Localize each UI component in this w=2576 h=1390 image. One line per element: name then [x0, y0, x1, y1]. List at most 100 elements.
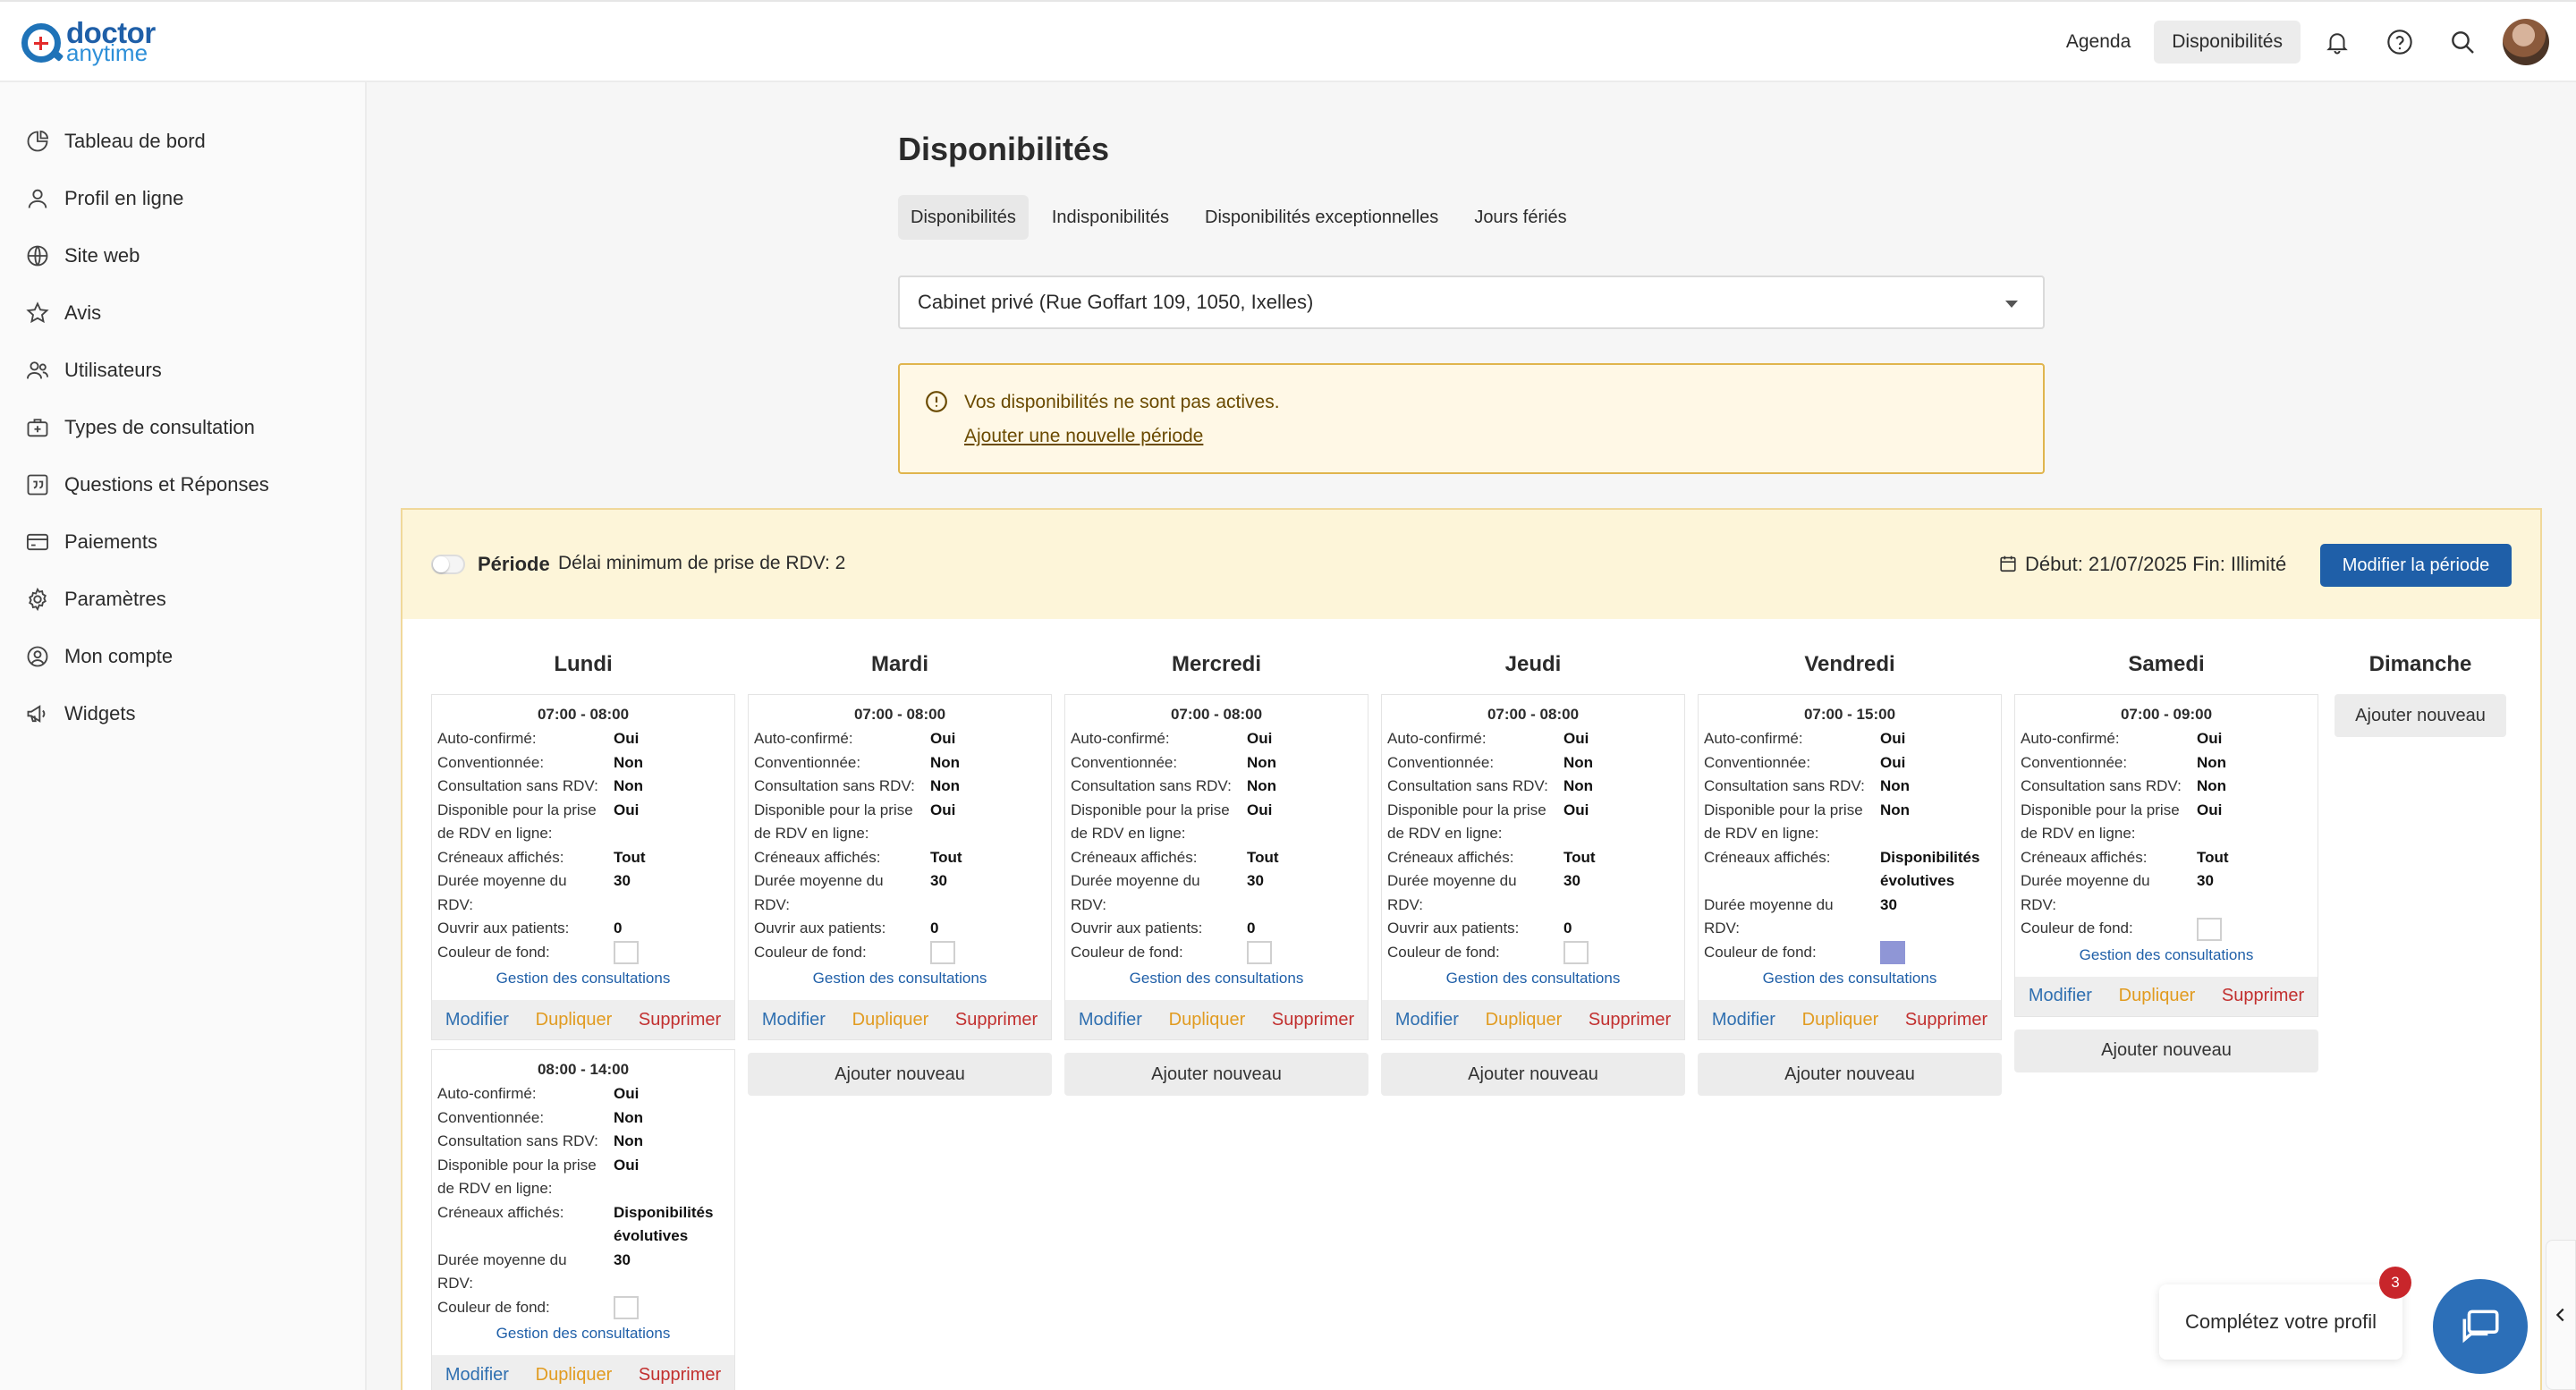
day-column-vendredi: Vendredi 07:00 - 15:00 Auto-confirmé: Oui… [1698, 644, 2002, 1097]
slot-time: 07:00 - 08:00 [853, 706, 946, 723]
manage-consultations-link[interactable]: Gestion des consultations [2015, 941, 2318, 977]
manage-consultations-link[interactable]: Gestion des consultations [1382, 964, 1684, 1000]
edit-slot-button[interactable]: Modifier [1395, 1010, 1459, 1030]
tab-disponibilites[interactable]: Disponibilités [898, 195, 1029, 240]
field-value: Non [1880, 801, 1911, 818]
field-label: Disponible pour la prise [1704, 801, 1863, 818]
chat-button[interactable] [2433, 1279, 2528, 1374]
edit-slot-button[interactable]: Modifier [762, 1010, 826, 1030]
sidebar-item-mon-compte[interactable]: Mon compte [0, 628, 367, 685]
field-label: Auto-confirmé: [1704, 730, 1803, 747]
period-delay: Délai minimum de prise de RDV: 2 [558, 553, 846, 573]
duplicate-slot-button[interactable]: Dupliquer [1802, 1010, 1879, 1030]
sidebar-item-profil-en-ligne[interactable]: Profil en ligne [0, 170, 367, 227]
field-label: Durée moyenne du [437, 872, 567, 889]
delete-slot-button[interactable]: Supprimer [1905, 1010, 1987, 1030]
day-column-jeudi: Jeudi 07:00 - 08:00 Auto-confirmé: Oui Co… [1381, 644, 1685, 1097]
sidebar-item-avis[interactable]: Avis [0, 284, 367, 342]
add-slot-button[interactable]: Ajouter nouveau [1698, 1053, 2002, 1097]
day-column-samedi: Samedi 07:00 - 09:00 Auto-confirmé: Oui C… [2014, 644, 2318, 1072]
sidebar-item-types-de-consultation[interactable]: Types de consultation [0, 399, 367, 456]
duplicate-slot-button[interactable]: Dupliquer [2119, 986, 2196, 1006]
field-label: Conventionnée: [1387, 753, 1495, 771]
field-label: RDV: [2021, 895, 2056, 913]
field-label: Disponible pour la prise [1387, 801, 1546, 818]
edit-slot-button[interactable]: Modifier [445, 1365, 509, 1386]
field-label: de RDV en ligne: [1071, 825, 1186, 842]
add-slot-button[interactable]: Ajouter nouveau [1381, 1053, 1685, 1097]
manage-consultations-link[interactable]: Gestion des consultations [1065, 964, 1368, 1000]
delete-slot-button[interactable]: Supprimer [955, 1010, 1038, 1030]
sidebar-item-label: Profil en ligne [64, 187, 184, 209]
tab-indisponibilites[interactable]: Indisponibilités [1039, 195, 1182, 240]
field-label: Disponible pour la prise [437, 1156, 597, 1174]
duplicate-slot-button[interactable]: Dupliquer [1169, 1010, 1246, 1030]
field-label: Consultation sans RDV: [1387, 777, 1548, 794]
tab-jours-feries[interactable]: Jours fériés [1462, 195, 1579, 240]
duplicate-slot-button[interactable]: Dupliquer [536, 1010, 613, 1030]
edit-period-button[interactable]: Modifier la période [2320, 544, 2512, 587]
edit-slot-button[interactable]: Modifier [445, 1010, 509, 1030]
manage-consultations-link[interactable]: Gestion des consultations [1699, 964, 2001, 1000]
duplicate-slot-button[interactable]: Dupliquer [1486, 1010, 1563, 1030]
field-label: Couleur de fond: [754, 943, 867, 961]
color-swatch [1563, 941, 1589, 965]
field-value: 0 [1247, 920, 1256, 937]
nav-disponibilites[interactable]: Disponibilités [2154, 21, 2301, 64]
field-value: 30 [1247, 872, 1264, 889]
doctor-anytime-logo[interactable]: doctor anytime [21, 18, 156, 68]
slot-actions: Modifier Dupliquer Supprimer [749, 1000, 1051, 1040]
field-value: Oui [614, 1156, 640, 1174]
color-swatch [930, 941, 955, 965]
sidebar-item-utilisateurs[interactable]: Utilisateurs [0, 342, 367, 399]
field-value: Non [1247, 753, 1277, 771]
add-slot-button[interactable]: Ajouter nouveau [748, 1053, 1052, 1097]
add-slot-button[interactable]: Ajouter nouveau [2334, 694, 2506, 737]
help-icon[interactable] [2368, 11, 2431, 73]
sidebar-item-parametres[interactable]: Paramètres [0, 571, 367, 628]
delete-slot-button[interactable]: Supprimer [2222, 986, 2304, 1006]
duplicate-slot-button[interactable]: Dupliquer [852, 1010, 929, 1030]
field-label: Conventionnée: [2021, 753, 2128, 771]
user-avatar[interactable] [2503, 19, 2549, 65]
tab-disponibilites-exceptionnelles[interactable]: Disponibilités exceptionnelles [1192, 195, 1451, 240]
period-toggle[interactable] [431, 555, 465, 574]
sidebar-item-questions-reponses[interactable]: Questions et Réponses [0, 456, 367, 513]
field-value: Tout [2197, 848, 2229, 866]
slot-time: 07:00 - 15:00 [1803, 706, 1896, 723]
sidebar-item-tableau-de-bord[interactable]: Tableau de bord [0, 113, 367, 170]
delete-slot-button[interactable]: Supprimer [639, 1365, 721, 1386]
field-label: Créneaux affichés: [1704, 848, 1831, 866]
day-column-mercredi: Mercredi 07:00 - 08:00 Auto-confirmé: Oui… [1064, 644, 1368, 1097]
delete-slot-button[interactable]: Supprimer [1589, 1010, 1671, 1030]
add-slot-button[interactable]: Ajouter nouveau [2014, 1029, 2318, 1072]
edit-slot-button[interactable]: Modifier [1079, 1010, 1142, 1030]
delete-slot-button[interactable]: Supprimer [639, 1010, 721, 1030]
field-label: Durée moyenne du [437, 1250, 567, 1268]
manage-consultations-link[interactable]: Gestion des consultations [749, 964, 1051, 1000]
field-value: Disponibilités [1880, 848, 1980, 866]
duplicate-slot-button[interactable]: Dupliquer [536, 1365, 613, 1386]
field-label: de RDV en ligne: [2021, 825, 2136, 842]
search-icon[interactable] [2431, 11, 2494, 73]
notification-badge: 3 [2379, 1267, 2411, 1299]
collapse-side-tab[interactable] [2546, 1240, 2576, 1390]
field-label: Consultation sans RDV: [437, 1132, 598, 1150]
nav-agenda[interactable]: Agenda [2048, 21, 2148, 64]
field-label: de RDV en ligne: [437, 825, 553, 842]
field-label: Auto-confirmé: [437, 1085, 537, 1103]
edit-slot-button[interactable]: Modifier [2029, 986, 2092, 1006]
bell-icon[interactable] [2306, 11, 2368, 73]
complete-profile-popup[interactable]: Complétez votre profil [2159, 1284, 2402, 1360]
manage-consultations-link[interactable]: Gestion des consultations [432, 964, 734, 1000]
add-slot-button[interactable]: Ajouter nouveau [1064, 1053, 1368, 1097]
edit-slot-button[interactable]: Modifier [1712, 1010, 1775, 1030]
manage-consultations-link[interactable]: Gestion des consultations [432, 1319, 734, 1355]
field-value: Non [1880, 777, 1911, 794]
sidebar-item-paiements[interactable]: Paiements [0, 513, 367, 571]
add-period-link[interactable]: Ajouter une nouvelle période [964, 426, 1203, 447]
sidebar-item-widgets[interactable]: Widgets [0, 685, 367, 742]
location-select[interactable]: Cabinet privé (Rue Goffart 109, 1050, Ix… [898, 275, 2045, 329]
delete-slot-button[interactable]: Supprimer [1272, 1010, 1354, 1030]
sidebar-item-site-web[interactable]: Site web [0, 227, 367, 284]
